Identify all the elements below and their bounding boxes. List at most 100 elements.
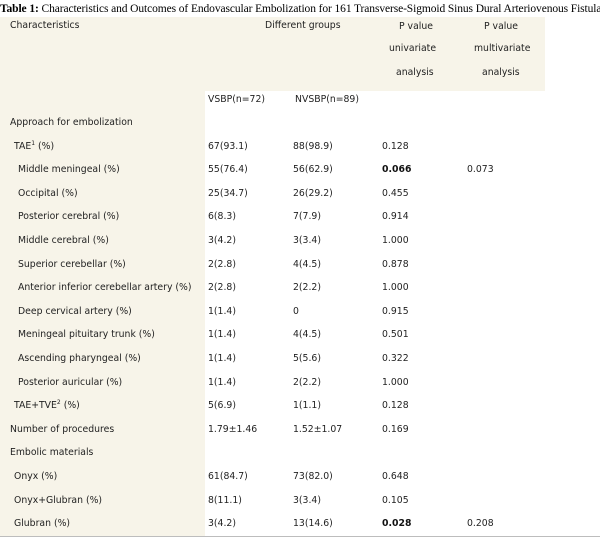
cell-p-univariate: 0.648: [382, 470, 409, 482]
cell-nvsbp: 5(5.6): [293, 352, 321, 364]
table-header-row: Characteristics Different groups P value…: [0, 17, 600, 91]
table-row: Glubran (%) 3(4.2) 13(14.6) 0.028 0.208: [0, 512, 600, 536]
table-row: Meningeal pituitary trunk (%) 1(1.4) 4(4.5…: [0, 323, 600, 347]
header-p-multi-line1: P value: [484, 21, 518, 32]
cell-nvsbp: 26(29.2): [293, 187, 333, 199]
cell-vsbp: 1(1.4): [208, 352, 236, 364]
table-row: Middle cerebral (%) 3(4.2) 3(3.4) 1.000: [0, 228, 600, 253]
data-table: Characteristics Different groups P value…: [0, 17, 600, 537]
table-subheader-row: VSBP(n=72) NVSBP(n=89): [0, 91, 600, 111]
row-label: Onyx (%): [14, 470, 58, 482]
table-row: Deep cervical artery (%) 1(1.4) 0 0.915: [0, 299, 600, 324]
table-row: TAE1 (%) 67(93.1) 88(98.9) 0.128: [0, 134, 600, 159]
table-row: Embolic materials: [0, 441, 600, 465]
cell-nvsbp: 88(98.9): [293, 140, 333, 152]
table-row: TAE+TVE2 (%) 5(6.9) 1(1.1) 0.128: [0, 394, 600, 418]
cell-nvsbp: 4(4.5): [293, 258, 321, 270]
cell-p-univariate: 0.128: [382, 140, 409, 152]
row-label: Embolic materials: [10, 447, 94, 459]
row-label: Glubran (%): [14, 518, 71, 530]
cell-p-univariate: 0.915: [382, 305, 409, 317]
cell-vsbp: 1(1.4): [208, 305, 236, 317]
cell-vsbp: 1(1.4): [208, 329, 236, 341]
cell-vsbp: 1(1.4): [208, 376, 236, 388]
cell-nvsbp: 3(3.4): [293, 494, 321, 506]
header-characteristics: Characteristics: [10, 20, 80, 31]
row-label: Middle meningeal (%): [18, 164, 120, 176]
table-row: Ascending pharyngeal (%) 1(1.4) 5(5.6) 0.32…: [0, 346, 600, 371]
cell-p-univariate: 1.000: [382, 282, 409, 294]
table-row: Posterior cerebral (%) 6(8.3) 7(7.9) 0.914: [0, 205, 600, 229]
row-label: Anterior inferior cerebellar artery (%): [18, 282, 192, 294]
cell-vsbp: 67(93.1): [208, 140, 248, 152]
cell-nvsbp: 3(3.4): [293, 234, 321, 246]
row-label: Onyx+Glubran (%): [14, 494, 103, 506]
cell-vsbp: 1.79±1.46: [208, 423, 258, 435]
header-different-groups: Different groups: [265, 20, 341, 31]
cell-p-univariate: 0.455: [382, 187, 409, 199]
cell-vsbp: 6(8.3): [208, 211, 236, 223]
table-caption-text: Characteristics and Outcomes of Endovasc…: [38, 3, 600, 15]
cell-p-univariate: 0.878: [382, 258, 409, 270]
cell-p-univariate: 0.105: [382, 494, 409, 506]
table-row: Onyx (%) 61(84.7) 73(82.0) 0.648: [0, 464, 600, 489]
cell-vsbp: 25(34.7): [208, 187, 248, 199]
cell-nvsbp: 1(1.1): [293, 400, 321, 412]
cell-vsbp: 8(11.1): [208, 494, 242, 506]
cell-vsbp: 3(4.2): [208, 518, 236, 530]
cell-nvsbp: 7(7.9): [293, 211, 321, 223]
cell-nvsbp: 2(2.2): [293, 376, 321, 388]
cell-nvsbp: 73(82.0): [293, 470, 333, 482]
table-row: Superior cerebellar (%) 2(2.8) 4(4.5) 0.878: [0, 252, 600, 277]
table-caption-label: Table 1:: [0, 3, 39, 15]
cell-p-multivariate: 0.208: [467, 518, 494, 530]
row-label: Posterior cerebral (%): [18, 211, 120, 223]
table-row: Occipital (%) 25(34.7) 26(29.2) 0.455: [0, 181, 600, 206]
row-label: Middle cerebral (%): [18, 234, 109, 246]
cell-p-univariate: 0.066: [382, 164, 412, 176]
row-label: Meningeal pituitary trunk (%): [18, 329, 155, 341]
cell-p-univariate: 1.000: [382, 376, 409, 388]
cell-vsbp: 55(76.4): [208, 164, 248, 176]
header-p-uni-line1: P value: [399, 21, 433, 32]
cell-vsbp: 2(2.8): [208, 282, 236, 294]
table-row: Anterior inferior cerebellar artery (%) 2…: [0, 276, 600, 300]
header-p-multi-line3: analysis: [482, 67, 520, 78]
cell-p-univariate: 1.000: [382, 234, 409, 246]
header-nvsbp: NVSBP(n=89): [295, 94, 359, 105]
cell-nvsbp: 2(2.2): [293, 282, 321, 294]
cell-nvsbp: 13(14.6): [293, 518, 333, 530]
cell-vsbp: 3(4.2): [208, 234, 236, 246]
row-label: TAE+TVE2 (%): [14, 399, 80, 412]
table-body: Approach for embolization TAE1 (%) 67(93.1…: [0, 111, 600, 537]
header-p-multi-line2: multivariate: [474, 43, 531, 54]
row-label: Number of procedures: [10, 423, 115, 435]
header-vsbp: VSBP(n=72): [208, 94, 266, 105]
cell-vsbp: 2(2.8): [208, 258, 236, 270]
row-label: Occipital (%): [18, 187, 78, 199]
table-row: Approach for embolization: [0, 111, 600, 135]
table-row: Number of procedures 1.79±1.46 1.52±1.07 0.…: [0, 417, 600, 442]
cell-p-multivariate: 0.073: [467, 164, 494, 176]
table-caption: Table 1: Characteristics and Outcomes of…: [0, 3, 600, 15]
cell-vsbp: 61(84.7): [208, 470, 248, 482]
header-p-uni-line2: univariate: [389, 43, 437, 54]
row-label: Approach for embolization: [10, 117, 133, 128]
cell-p-univariate: 0.501: [382, 329, 409, 341]
row-label: Deep cervical artery (%): [18, 305, 132, 317]
header-p-uni-line3: analysis: [396, 67, 434, 78]
table-row: Middle meningeal (%) 55(76.4) 56(62.9) 0.06…: [0, 158, 600, 182]
cell-nvsbp: 56(62.9): [293, 164, 333, 176]
cell-p-univariate: 0.028: [382, 518, 412, 530]
cell-p-univariate: 0.169: [382, 423, 409, 435]
cell-p-univariate: 0.322: [382, 352, 409, 364]
table-bottom-rule: [0, 535, 600, 537]
cell-p-univariate: 0.914: [382, 211, 409, 223]
table-row: Onyx+Glubran (%) 8(11.1) 3(3.4) 0.105: [0, 488, 600, 513]
cell-vsbp: 5(6.9): [208, 400, 236, 412]
cell-nvsbp: 1.52±1.07: [293, 423, 343, 435]
row-label: Ascending pharyngeal (%): [18, 352, 141, 364]
row-label: Posterior auricular (%): [18, 376, 123, 388]
cell-p-univariate: 0.128: [382, 400, 409, 412]
row-label: TAE1 (%): [14, 139, 55, 152]
